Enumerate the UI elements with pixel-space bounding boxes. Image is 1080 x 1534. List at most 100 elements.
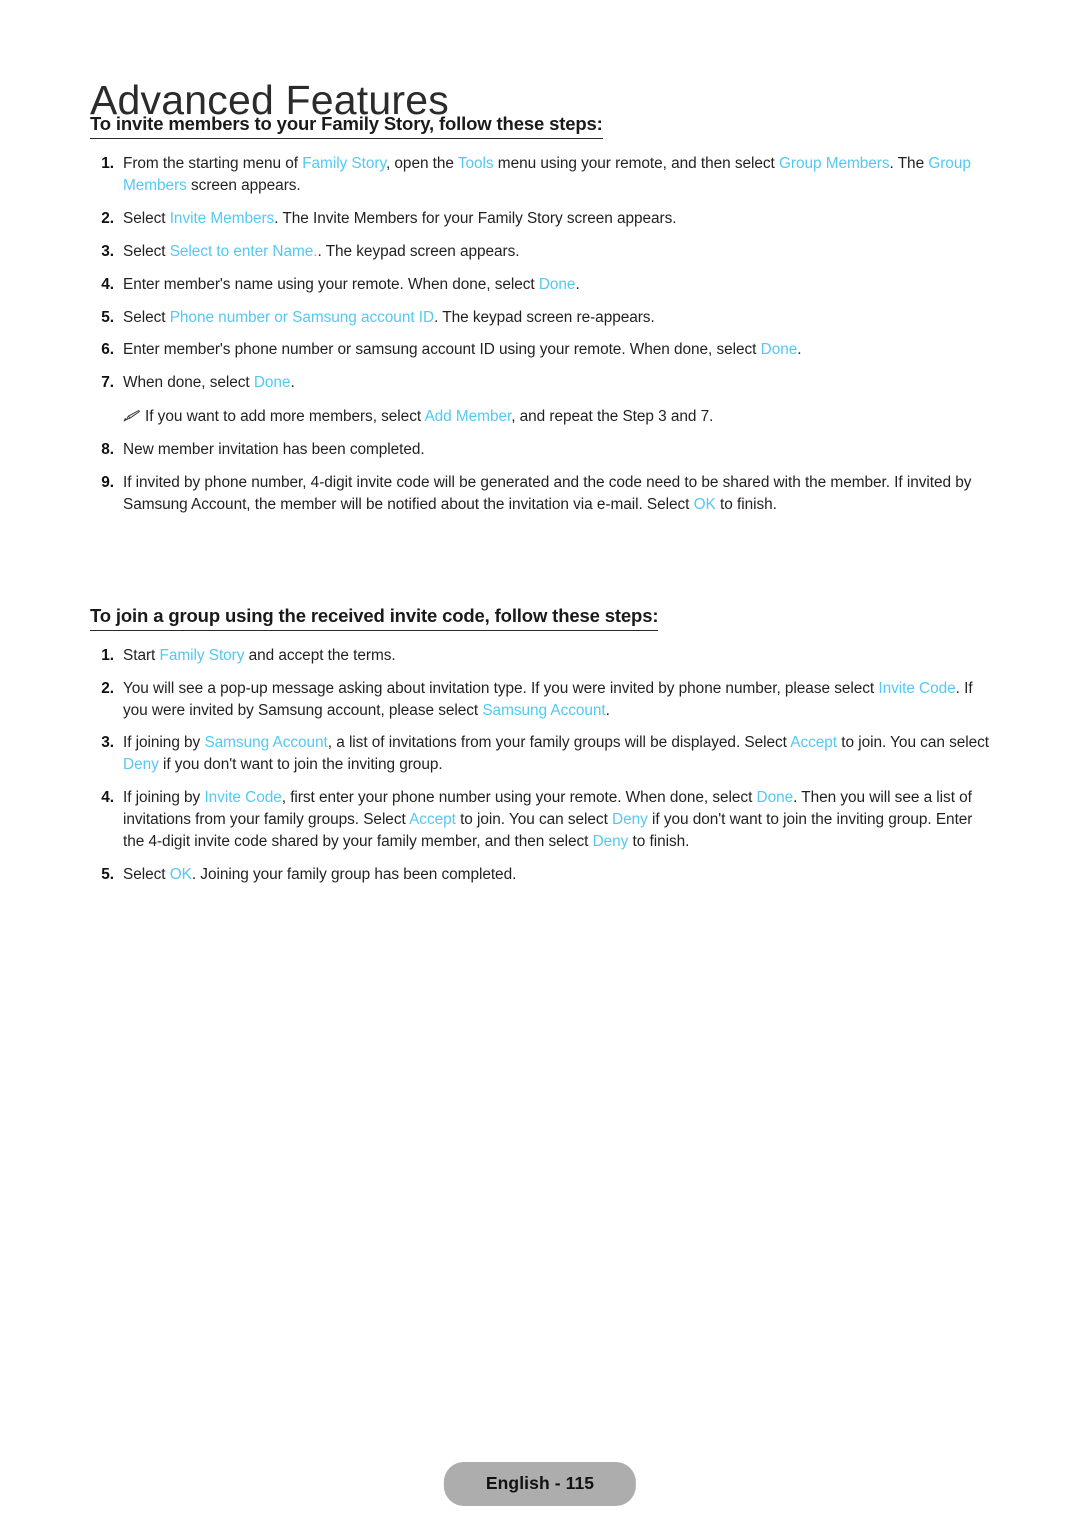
step-text: . [575,275,580,293]
step-text: When done, select [123,374,254,392]
step-item: 5. Select Phone number or Samsung account… [90,307,990,329]
step-item: 5. Select OK. Joining your family group h… [90,864,990,886]
step-text: to finish. [715,495,777,513]
manual-section: To join a group using the received invit… [90,604,990,886]
page-number-badge: English - 115 [443,1462,637,1506]
ui-term: Family Story [302,155,386,173]
step-text: if you don't want to join the inviting g… [158,756,443,774]
ui-term: Add Member [424,408,512,426]
step-text: . [605,701,610,719]
pencil-icon [123,407,140,422]
ui-term: Deny [592,832,629,850]
ui-term: Done [756,789,794,807]
step-text: Start [123,646,160,664]
step-number: 2. [101,209,114,227]
ui-term: Invite Members [169,209,275,227]
step-text: to join. You can select [455,811,613,828]
step-text: From the starting menu of [123,155,303,173]
step-text: , and repeat the Step 3 and 7. [511,408,714,426]
ui-term: Invite Code [204,789,282,807]
step-item: 1. From the starting menu of Family Story… [90,153,990,197]
step-text: , first enter your phone number using yo… [281,789,757,807]
step-item: 3. If joining by Samsung Account, a list … [90,732,990,776]
ui-term: Tools [457,155,494,173]
step-number: 3. [101,242,114,260]
step-number: 1. [101,646,114,664]
step-text: . The keypad screen re-appears. [434,308,655,326]
step-text: Select [123,865,170,883]
step-item: 4. If joining by Invite Code, first enter… [90,787,990,853]
ui-term: Done [253,374,291,392]
step-number: 9. [101,473,114,491]
step-text: , open the [385,155,458,173]
step-text: menu using your remote, and then select [493,155,779,173]
step-number: 5. [101,308,114,326]
ui-term: Accept [409,811,456,828]
ui-term: Select to enter Name. [169,242,318,260]
step-number: 4. [101,789,114,807]
step-text: to join. You can select [837,734,989,752]
section-heading: To invite members to your Family Story, … [90,112,603,140]
ui-term: OK [693,495,716,513]
section-heading: To join a group using the received invit… [90,604,658,631]
step-item: 1. Start Family Story and accept the term… [90,645,990,667]
ui-term: Samsung Account [482,701,606,719]
step-list: 1. Start Family Story and accept the term… [90,645,990,886]
step-text: If joining by [123,789,205,807]
step-text: If invited by phone number, 4-digit invi… [123,473,972,513]
manual-page: Advanced Features To invite members to y… [0,0,1080,1534]
step-text: . The [889,155,929,173]
step-text: You will see a pop-up message asking abo… [123,679,879,697]
step-number: 6. [101,341,114,359]
step-text: and accept the terms. [244,646,396,664]
ui-term: Phone number or Samsung account ID [169,308,435,326]
page-content: To invite members to your Family Story, … [90,112,990,897]
step-text: . [797,341,802,359]
step-text: . The Invite Members for your Family Sto… [274,209,677,227]
step-text: . The keypad screen appears. [317,242,520,260]
manual-section: To invite members to your Family Story, … [90,112,990,516]
step-text: screen appears. [186,177,301,194]
step-item: 4. Enter member's name using your remote.… [90,274,990,296]
step-number: 5. [101,865,114,883]
step-text: Select [123,209,170,227]
step-text: Select [123,242,170,260]
ui-term: Group Members [778,155,890,173]
step-number: 4. [101,275,114,293]
step-list: 1. From the starting menu of Family Story… [90,153,990,394]
step-text: . Joining your family group has been com… [191,865,517,883]
step-text: If joining by [123,734,205,752]
ui-term: Done [538,275,576,293]
step-item: 8. New member invitation has been complet… [90,439,990,461]
step-item: 9. If invited by phone number, 4-digit in… [90,472,990,516]
step-number: 3. [101,734,114,752]
ui-term: Deny [612,811,648,828]
step-number: 1. [101,155,114,173]
note-line: If you want to add more members, select … [90,406,990,428]
ui-term: Samsung Account [204,734,328,752]
step-text: to finish. [628,832,690,850]
step-number: 2. [101,679,114,697]
ui-term: Family Story [159,646,245,664]
step-number: 8. [101,441,114,458]
step-text: , a list of invitations from your family… [327,734,791,752]
step-text: Enter member's phone number or samsung a… [123,341,761,359]
step-text: If you want to add more members, select [145,408,425,426]
step-text: New member invitation has been completed… [123,441,425,458]
ui-term: OK [169,865,192,883]
step-item: 6. Enter member's phone number or samsung… [90,339,990,361]
step-text: . [290,374,295,392]
sections-container: To invite members to your Family Story, … [90,112,990,886]
ui-term: Invite Code [878,679,956,697]
step-item: 2. You will see a pop-up message asking a… [90,678,990,722]
step-number: 7. [101,374,114,392]
step-item: 7. When done, select Done. [90,372,990,394]
ui-term: Deny [123,756,159,774]
step-list: 8. New member invitation has been complet… [90,439,990,516]
step-text: Select [123,308,170,326]
step-item: 3. Select Select to enter Name.. The keyp… [90,241,990,263]
step-text: Enter member's name using your remote. W… [123,275,539,293]
ui-term: Done [760,341,798,359]
step-item: 2. Select Invite Members. The Invite Memb… [90,208,990,230]
ui-term: Accept [790,734,838,752]
